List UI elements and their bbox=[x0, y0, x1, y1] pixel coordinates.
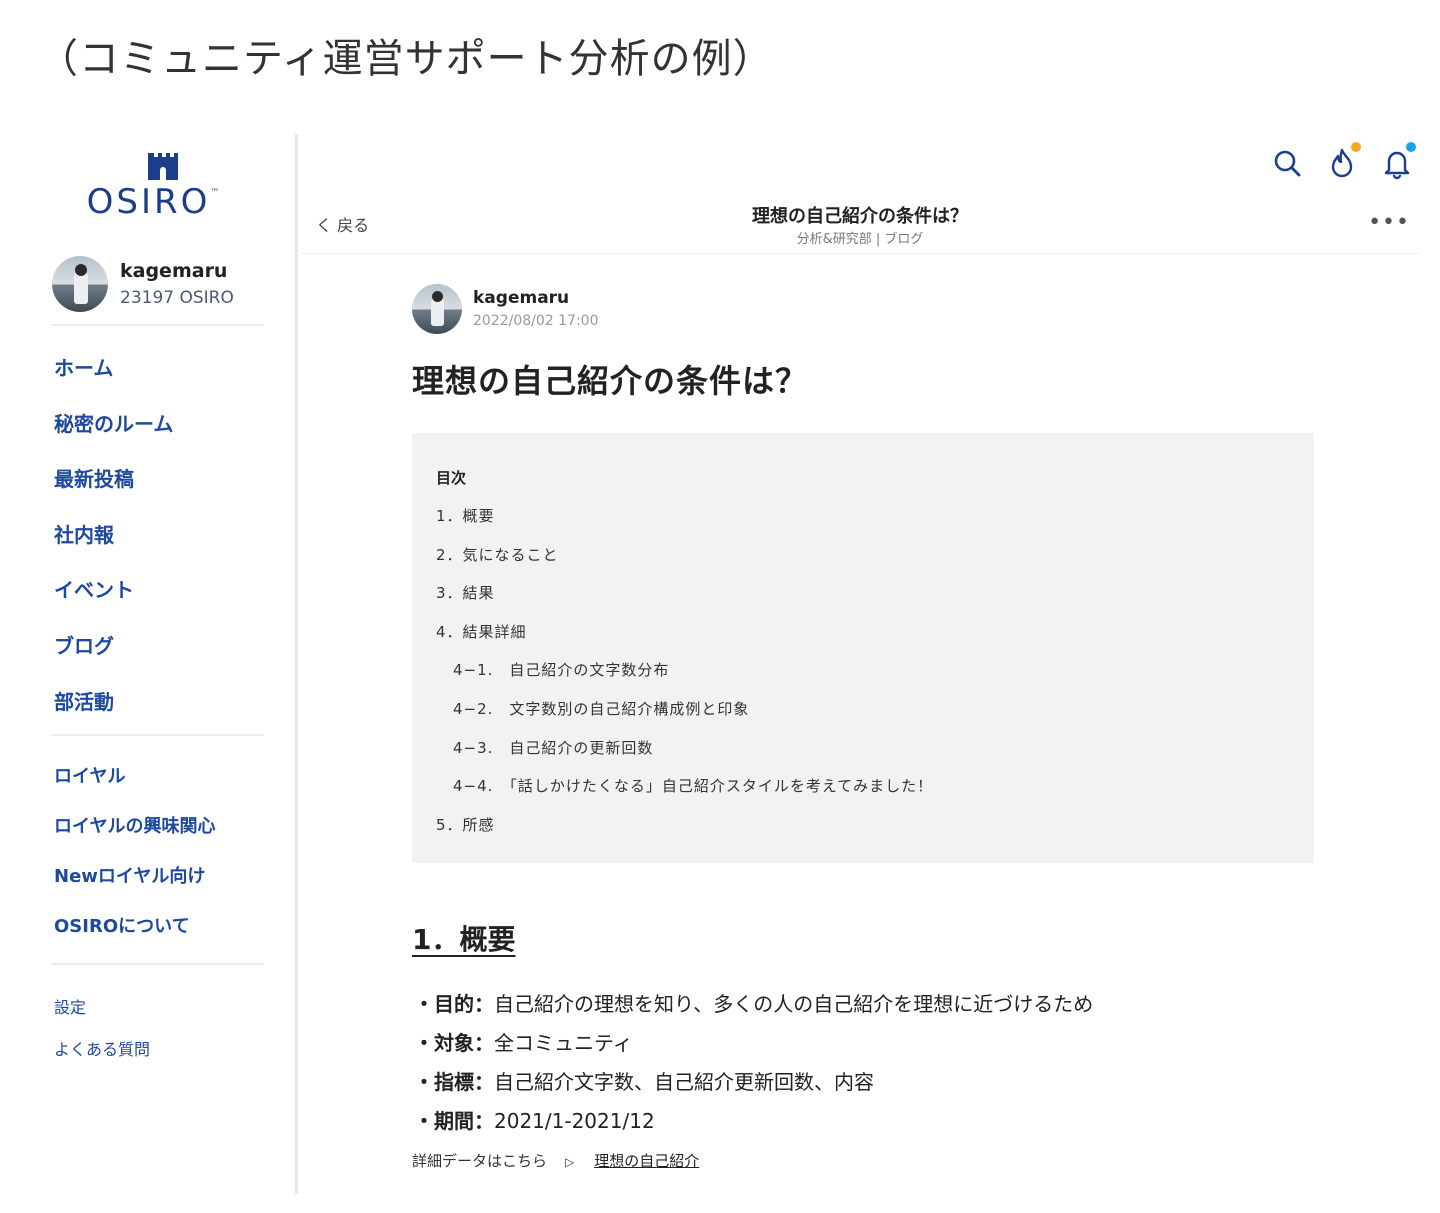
toc-subitem[interactable]: 4−2. 文字数別の自己紹介構成例と印象 bbox=[436, 698, 1314, 737]
toc-item[interactable]: 4．結果詳細 bbox=[436, 621, 1314, 660]
toc-subitem[interactable]: 4−1. 自己紹介の文字数分布 bbox=[436, 659, 1314, 698]
toc-item[interactable]: 1．概要 bbox=[436, 505, 1314, 544]
nav-item-faq[interactable]: よくある質問 bbox=[54, 1036, 150, 1078]
notification-dot bbox=[1406, 142, 1416, 152]
fire-icon[interactable] bbox=[1325, 142, 1361, 180]
more-options-button[interactable]: ••• bbox=[1368, 210, 1410, 235]
header-title: 理想の自己紹介の条件は？ bbox=[752, 206, 968, 227]
divider bbox=[52, 734, 264, 736]
list-item-key: ・期間： bbox=[414, 1109, 494, 1133]
notification-dot bbox=[1351, 142, 1361, 152]
list-item-value: 2021/1-2021/12 bbox=[494, 1109, 655, 1133]
list-item: ・目的：自己紹介の理想を知り、多くの人の自己紹介を理想に近づけるため bbox=[414, 988, 1093, 1027]
toc-item[interactable]: 5．所感 bbox=[436, 814, 1314, 853]
trademark: ™ bbox=[210, 188, 220, 198]
logo[interactable]: OSIRO™ bbox=[86, 150, 238, 222]
toc-item[interactable]: 2．気になること bbox=[436, 544, 1314, 583]
nav-item-events[interactable]: イベント bbox=[54, 574, 173, 630]
nav-item-royal[interactable]: ロイヤル bbox=[54, 762, 215, 812]
detail-data-line: 詳細データはこちら ▷ 理想の自己紹介 bbox=[412, 1150, 699, 1171]
detail-link[interactable]: 理想の自己紹介 bbox=[594, 1152, 699, 1170]
list-item-value: 全コミュニティ bbox=[494, 1031, 633, 1055]
list-item: ・期間：2021/1-2021/12 bbox=[414, 1105, 1093, 1144]
profile-score: 23197 OSIRO bbox=[120, 288, 234, 308]
main-nav: ホーム 秘密のルーム 最新投稿 社内報 イベント ブログ 部活動 bbox=[54, 352, 173, 741]
misc-nav: 設定 よくある質問 bbox=[54, 994, 150, 1078]
list-item-key: ・目的： bbox=[414, 992, 494, 1016]
play-arrow-icon: ▷ bbox=[565, 1155, 575, 1169]
sidebar: OSIRO™ kagemaru 23197 OSIRO ホーム 秘密のルーム 最… bbox=[0, 134, 298, 1194]
list-item-key: ・指標： bbox=[414, 1070, 494, 1094]
royal-nav: ロイヤル ロイヤルの興味関心 Newロイヤル向け OSIROについて bbox=[54, 762, 215, 962]
search-icon[interactable] bbox=[1270, 146, 1304, 180]
header-subtitle[interactable]: 分析&研究部 | ブログ bbox=[300, 228, 1420, 247]
castle-icon bbox=[147, 150, 179, 180]
logo-text: OSIRO bbox=[86, 182, 211, 222]
nav-item-secret-room[interactable]: 秘密のルーム bbox=[54, 408, 173, 464]
detail-text: 詳細データはこちら bbox=[412, 1152, 548, 1170]
avatar bbox=[412, 284, 462, 334]
nav-item-home[interactable]: ホーム bbox=[54, 352, 173, 408]
toc-subitem[interactable]: 4−4. 「話しかけたくなる」自己紹介スタイルを考えてみました！ bbox=[436, 775, 1314, 814]
profile-name: kagemaru bbox=[120, 260, 228, 282]
nav-item-new-royal[interactable]: Newロイヤル向け bbox=[54, 862, 215, 912]
nav-item-latest-posts[interactable]: 最新投稿 bbox=[54, 463, 173, 519]
overview-list: ・目的：自己紹介の理想を知り、多くの人の自己紹介を理想に近づけるため ・対象：全… bbox=[414, 988, 1093, 1144]
nav-item-royal-interests[interactable]: ロイヤルの興味関心 bbox=[54, 812, 215, 862]
nav-item-newsletter[interactable]: 社内報 bbox=[54, 519, 173, 575]
divider bbox=[52, 963, 264, 965]
nav-item-about-osiro[interactable]: OSIROについて bbox=[54, 912, 215, 962]
list-item: ・指標：自己紹介文字数、自己紹介更新回数、内容 bbox=[414, 1066, 1093, 1105]
nav-item-clubs[interactable]: 部活動 bbox=[54, 686, 173, 742]
list-item-key: ・対象： bbox=[414, 1031, 494, 1055]
bell-icon[interactable] bbox=[1380, 142, 1416, 180]
list-item: ・対象：全コミュニティ bbox=[414, 1027, 1093, 1066]
table-of-contents: 目次 1．概要 2．気になること 3．結果 4．結果詳細 4−1. 自己紹介の文… bbox=[412, 433, 1314, 863]
section-heading: 1．概要 bbox=[412, 923, 516, 956]
nav-item-blog[interactable]: ブログ bbox=[54, 630, 173, 686]
page-caption: （コミュニティ運営サポート分析の例） bbox=[38, 36, 774, 82]
toc-item[interactable]: 3．結果 bbox=[436, 582, 1314, 621]
list-item-value: 自己紹介文字数、自己紹介更新回数、内容 bbox=[494, 1070, 874, 1094]
toc-heading: 目次 bbox=[436, 469, 467, 487]
list-item-value: 自己紹介の理想を知り、多くの人の自己紹介を理想に近づけるため bbox=[494, 992, 1094, 1016]
toc-subitem[interactable]: 4−3. 自己紹介の更新回数 bbox=[436, 737, 1314, 776]
profile-card[interactable]: kagemaru 23197 OSIRO bbox=[52, 254, 264, 326]
author-name: kagemaru bbox=[473, 288, 570, 308]
post-date: 2022/08/02 17:00 bbox=[473, 313, 599, 329]
post-header: く 戻る 理想の自己紹介の条件は？ 分析&研究部 | ブログ ••• bbox=[300, 134, 1420, 254]
post-title: 理想の自己紹介の条件は？ bbox=[412, 362, 809, 400]
nav-item-settings[interactable]: 設定 bbox=[54, 994, 150, 1036]
avatar bbox=[52, 256, 108, 312]
